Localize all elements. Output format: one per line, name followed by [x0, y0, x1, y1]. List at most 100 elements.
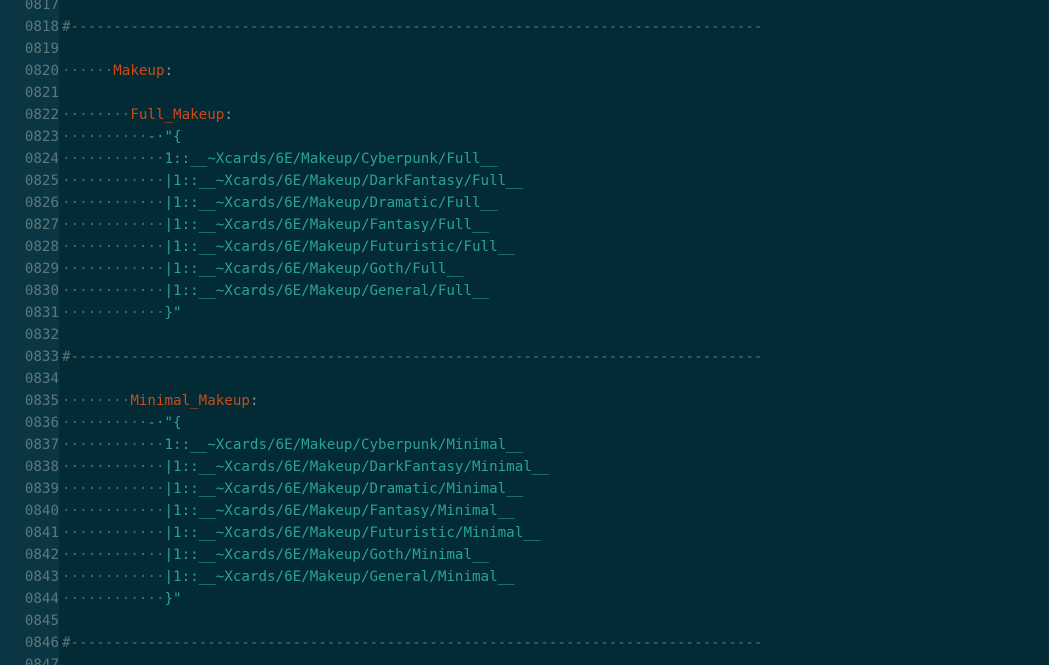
code-line[interactable]: ········Full_Makeup: — [62, 104, 233, 126]
line-number: 0842 — [24, 547, 59, 563]
code-line[interactable]: ······Makeup: — [62, 60, 173, 82]
indent-whitespace: ············ — [62, 305, 165, 321]
comment-divider: #---------------------------------------… — [62, 635, 763, 651]
indent-whitespace: ············ — [62, 173, 165, 189]
indent-whitespace: ········ — [62, 107, 131, 123]
indent-whitespace: ······ — [62, 63, 114, 79]
indent-whitespace: ············ — [62, 591, 165, 607]
line-number: 0831 — [24, 305, 59, 321]
code-line[interactable]: #---------------------------------------… — [62, 16, 762, 38]
indent-whitespace: ············ — [62, 151, 165, 167]
code-line[interactable]: ············|1::__~Xcards/6E/Makeup/Dram… — [62, 478, 523, 500]
indent-whitespace: ············ — [62, 217, 165, 233]
wildcard-string: |1::__~Xcards/6E/Makeup/DarkFantasy/Full… — [164, 173, 524, 189]
comment-divider: #---------------------------------------… — [62, 19, 763, 35]
line-number: 0835 — [24, 393, 59, 409]
indent-whitespace: ············ — [62, 569, 165, 585]
wildcard-string: |1::__~Xcards/6E/Makeup/General/Minimal_… — [164, 569, 515, 585]
code-line[interactable]: ············|1::__~Xcards/6E/Makeup/Futu… — [62, 236, 515, 258]
wildcard-string: |1::__~Xcards/6E/Makeup/Futuristic/Minim… — [164, 525, 541, 541]
line-number: 0828 — [24, 239, 59, 255]
wildcard-string: -·"{ — [147, 415, 182, 431]
code-line[interactable]: ············|1::__~Xcards/6E/Makeup/Goth… — [62, 544, 489, 566]
code-line[interactable]: ············|1::__~Xcards/6E/Makeup/Goth… — [62, 258, 463, 280]
wildcard-string: -·"{ — [147, 129, 182, 145]
code-area[interactable]: #---------------------------------------… — [62, 0, 1047, 665]
wildcard-string: }" — [164, 305, 182, 321]
indent-whitespace: ········ — [62, 393, 131, 409]
code-line[interactable]: #---------------------------------------… — [62, 346, 762, 368]
line-number: 0827 — [24, 217, 59, 233]
indent-whitespace: ············ — [62, 481, 165, 497]
indent-whitespace: ············ — [62, 283, 165, 299]
line-number: 0841 — [24, 525, 59, 541]
wildcard-string: |1::__~Xcards/6E/Makeup/Dramatic/Full__ — [164, 195, 498, 211]
code-line[interactable]: ············|1::__~Xcards/6E/Makeup/Fant… — [62, 214, 489, 236]
line-number: 0821 — [24, 85, 59, 101]
line-number: 0823 — [24, 129, 59, 145]
indent-whitespace: ············ — [62, 503, 165, 519]
line-number: 0845 — [24, 613, 59, 629]
yaml-key: Full_Makeup — [130, 107, 225, 123]
code-editor[interactable]: 0817 0818 0819 0820 0821 0822 0823 0824 0825 0826… — [0, 0, 1049, 665]
code-line[interactable]: #---------------------------------------… — [62, 632, 762, 654]
indent-whitespace: ·········· — [62, 415, 148, 431]
indent-whitespace: ············ — [62, 261, 165, 277]
line-number: 0817 — [24, 0, 59, 13]
line-number: 0847 — [24, 657, 59, 665]
wildcard-string: 1::__~Xcards/6E/Makeup/Cyberpunk/Minimal… — [164, 437, 524, 453]
wildcard-string: |1::__~Xcards/6E/Makeup/Goth/Minimal__ — [164, 547, 490, 563]
wildcard-string: |1::__~Xcards/6E/Makeup/DarkFantasy/Mini… — [164, 459, 549, 475]
indent-whitespace: ·········· — [62, 129, 148, 145]
yaml-key: Makeup — [113, 63, 165, 79]
code-line[interactable]: ············|1::__~Xcards/6E/Makeup/Gene… — [62, 280, 489, 302]
indent-whitespace: ············ — [62, 547, 165, 563]
code-line[interactable]: ········Minimal_Makeup: — [62, 390, 258, 412]
line-number: 0844 — [24, 591, 59, 607]
code-line[interactable]: ············|1::__~Xcards/6E/Makeup/Dark… — [62, 170, 523, 192]
line-number: 0837 — [24, 437, 59, 453]
line-number: 0825 — [24, 173, 59, 189]
wildcard-string: }" — [164, 591, 182, 607]
line-number: 0829 — [24, 261, 59, 277]
key-colon: : — [224, 107, 233, 123]
indent-whitespace: ············ — [62, 239, 165, 255]
wildcard-string: |1::__~Xcards/6E/Makeup/General/Full__ — [164, 283, 490, 299]
line-number: 0824 — [24, 151, 59, 167]
line-number-gutter: 0817 0818 0819 0820 0821 0822 0823 0824 0825 0826… — [0, 0, 59, 665]
line-number: 0830 — [24, 283, 59, 299]
key-colon: : — [164, 63, 174, 79]
code-line[interactable]: ············1::__~Xcards/6E/Makeup/Cyber… — [62, 148, 498, 170]
code-line[interactable]: ············|1::__~Xcards/6E/Makeup/Gene… — [62, 566, 515, 588]
wildcard-string: |1::__~Xcards/6E/Makeup/Fantasy/Full__ — [164, 217, 490, 233]
line-number: 0840 — [24, 503, 59, 519]
line-number: 0832 — [24, 327, 59, 343]
indent-whitespace: ············ — [62, 195, 165, 211]
line-number: 0822 — [24, 107, 59, 123]
indent-whitespace: ············ — [62, 459, 165, 475]
line-number: 0818 — [24, 19, 59, 35]
code-line[interactable]: ············|1::__~Xcards/6E/Makeup/Fant… — [62, 500, 515, 522]
line-number: 0843 — [24, 569, 59, 585]
code-line[interactable]: ··········-·"{ — [62, 412, 182, 434]
line-number: 0839 — [24, 481, 59, 497]
code-line[interactable]: ············|1::__~Xcards/6E/Makeup/Futu… — [62, 522, 540, 544]
wildcard-string: |1::__~Xcards/6E/Makeup/Dramatic/Minimal… — [164, 481, 524, 497]
code-line[interactable]: ············1::__~Xcards/6E/Makeup/Cyber… — [62, 434, 523, 456]
code-line[interactable]: ············}" — [62, 302, 182, 324]
line-number: 0820 — [24, 63, 59, 79]
line-number: 0819 — [24, 41, 59, 57]
comment-divider: #---------------------------------------… — [62, 349, 763, 365]
indent-whitespace: ············ — [62, 437, 165, 453]
wildcard-string: 1::__~Xcards/6E/Makeup/Cyberpunk/Full__ — [164, 151, 498, 167]
line-number: 0846 — [24, 635, 59, 651]
line-number: 0836 — [24, 415, 59, 431]
code-line[interactable]: ············|1::__~Xcards/6E/Makeup/Dark… — [62, 456, 549, 478]
line-number: 0826 — [24, 195, 59, 211]
code-line[interactable]: ··········-·"{ — [62, 126, 182, 148]
code-line[interactable]: ············}" — [62, 588, 182, 610]
line-number: 0838 — [24, 459, 59, 475]
yaml-key: Minimal_Makeup — [130, 393, 250, 409]
wildcard-string: |1::__~Xcards/6E/Makeup/Goth/Full__ — [164, 261, 464, 277]
code-line[interactable]: ············|1::__~Xcards/6E/Makeup/Dram… — [62, 192, 498, 214]
